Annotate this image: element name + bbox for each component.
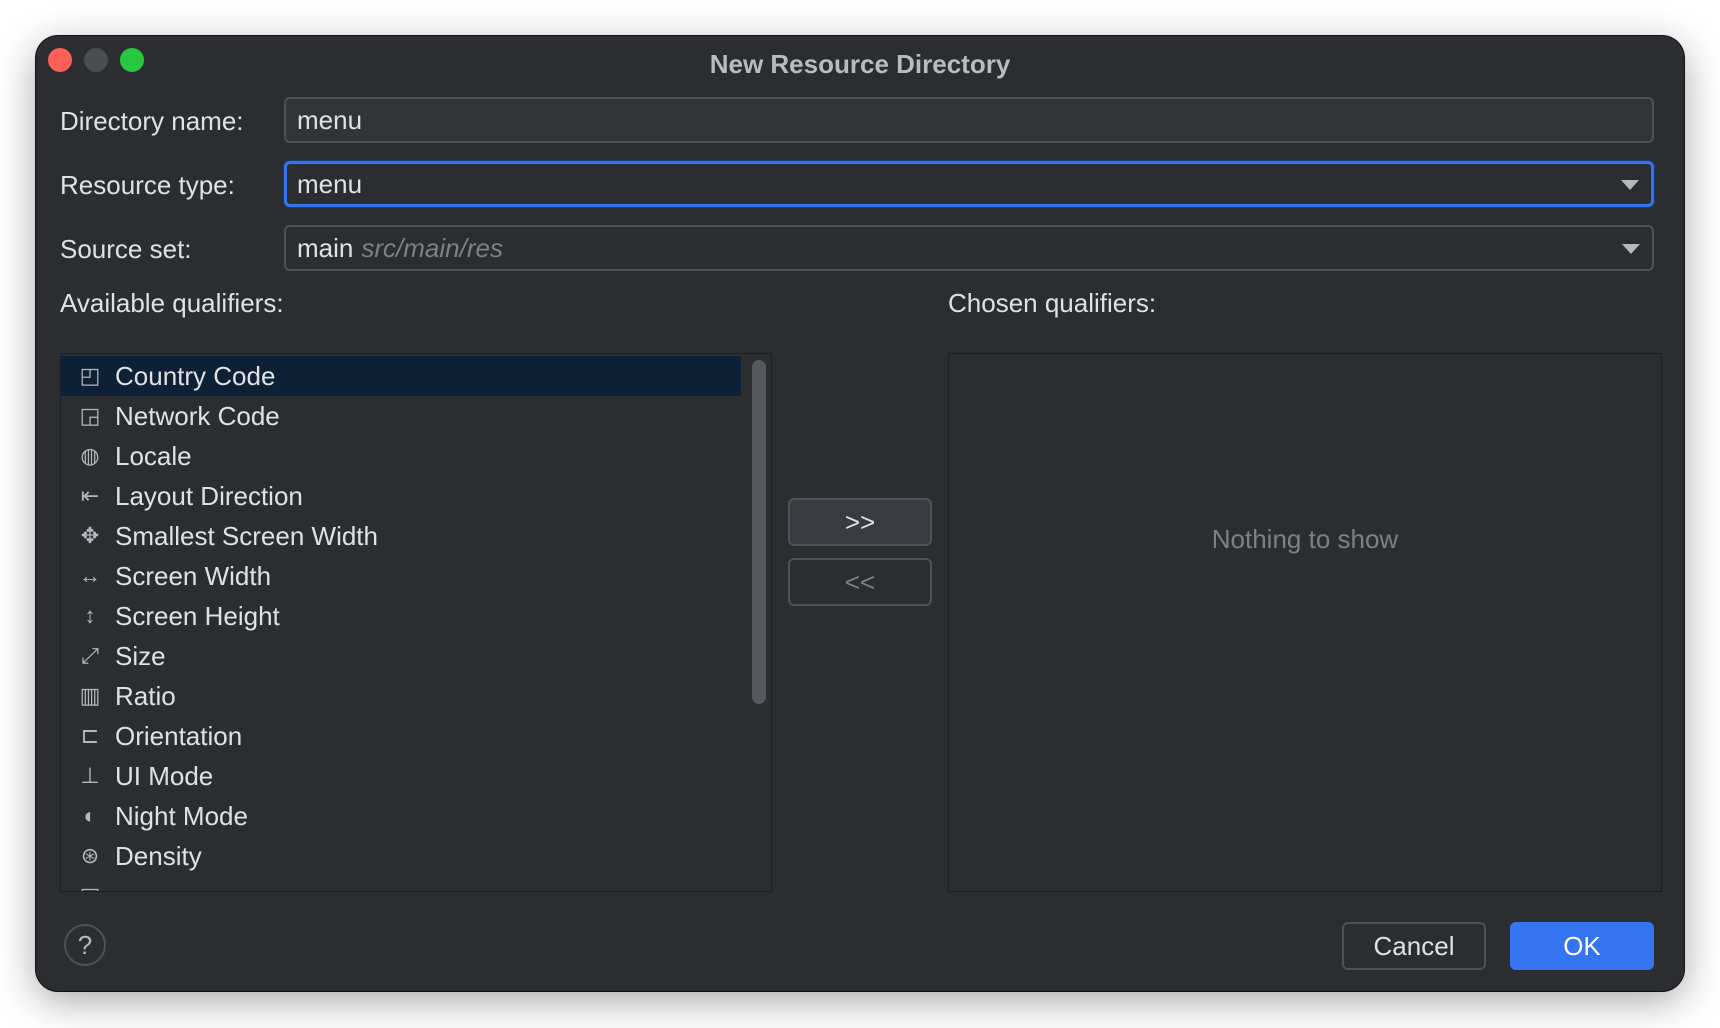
list-item-label: Orientation xyxy=(115,721,243,751)
source-set-dropdown[interactable]: main src/main/res xyxy=(284,225,1654,271)
list-item-label: UI Mode xyxy=(115,761,214,791)
list-item-smallest-screen-width[interactable]: ✥ Smallest Screen Width xyxy=(61,516,741,556)
cancel-button[interactable]: Cancel xyxy=(1342,922,1486,970)
ui-mode-icon: ⊥ xyxy=(80,763,100,788)
list-item-partial[interactable]: ▣ xyxy=(61,876,741,891)
screen-height-icon: ↕ xyxy=(84,603,96,628)
list-item-label: Screen Width xyxy=(115,561,272,591)
source-set-label: Source set: xyxy=(60,234,192,264)
country-code-icon: ◰ xyxy=(79,363,101,388)
night-mode-icon: ◐ xyxy=(83,803,97,828)
network-code-icon: ◲ xyxy=(79,403,101,428)
scrollbar[interactable] xyxy=(748,354,770,891)
list-item-label: Country Code xyxy=(115,361,276,391)
scrollbar-thumb[interactable] xyxy=(752,360,766,704)
list-item-label: Smallest Screen Width xyxy=(115,521,378,551)
layout-direction-icon: ⇤ xyxy=(80,483,100,508)
list-item-country-code[interactable]: ◰ Country Code xyxy=(61,356,741,396)
list-item-layout-direction[interactable]: ⇤ Layout Direction xyxy=(61,476,741,516)
directory-name-label: Directory name: xyxy=(60,106,244,136)
resource-type-value: menu xyxy=(297,169,363,199)
list-item-network-code[interactable]: ◲ Network Code xyxy=(61,396,741,436)
available-qualifiers-label: Available qualifiers: xyxy=(60,288,284,318)
list-item-label: Size xyxy=(115,641,166,671)
list-item-density[interactable]: ⊛ Density xyxy=(61,836,741,876)
resource-type-label: Resource type: xyxy=(60,170,235,200)
screen-width-icon: ↔ xyxy=(79,563,101,588)
partial-item-icon: ▣ xyxy=(77,883,103,891)
chevron-down-icon xyxy=(1622,244,1640,254)
list-item-label: Ratio xyxy=(115,681,176,711)
source-set-hint: src/main/res xyxy=(361,233,503,263)
source-set-value: main xyxy=(297,233,354,263)
size-icon: ⤢ xyxy=(81,643,99,668)
ratio-icon: ▥ xyxy=(79,683,101,708)
chosen-qualifiers-label: Chosen qualifiers: xyxy=(948,288,1157,318)
list-item-label: Screen Height xyxy=(115,601,280,631)
list-item-label: Layout Direction xyxy=(115,481,303,511)
chevron-down-icon xyxy=(1621,180,1639,190)
list-item-orientation[interactable]: ⊏ Orientation xyxy=(61,716,741,756)
title-bar: New Resource Directory xyxy=(36,36,1684,92)
resource-type-dropdown[interactable]: menu xyxy=(284,161,1654,207)
smallest-screen-width-icon: ✥ xyxy=(80,523,100,548)
list-item-size[interactable]: ⤢ Size xyxy=(61,636,741,676)
list-item-label: Density xyxy=(115,841,202,871)
orientation-icon: ⊏ xyxy=(80,723,100,748)
window-title: New Resource Directory xyxy=(709,49,1011,79)
list-item-ratio[interactable]: ▥ Ratio xyxy=(61,676,741,716)
list-item-screen-height[interactable]: ↕ Screen Height xyxy=(61,596,741,636)
density-icon: ⊛ xyxy=(80,843,100,868)
globe-icon: ◍ xyxy=(80,443,100,468)
dialog-window: New Resource Directory Directory name: m… xyxy=(36,36,1684,991)
list-item-locale[interactable]: ◍ Locale xyxy=(61,436,741,476)
add-qualifier-button[interactable]: >> xyxy=(788,498,932,546)
list-item-ui-mode[interactable]: ⊥ UI Mode xyxy=(61,756,741,796)
list-item-label: Night Mode xyxy=(115,801,248,831)
empty-state-text: Nothing to show xyxy=(1211,524,1399,554)
available-qualifiers-list[interactable]: ◰ Country Code ◲ Network Code ◍ Locale ⇤… xyxy=(60,353,772,892)
help-button[interactable]: ? xyxy=(64,924,106,966)
directory-name-value: menu xyxy=(297,105,363,135)
list-item-screen-width[interactable]: ↔ Screen Width xyxy=(61,556,741,596)
list-item-label: Locale xyxy=(115,441,192,471)
list-item-label: Network Code xyxy=(115,401,280,431)
remove-qualifier-button[interactable]: << xyxy=(788,558,932,606)
chosen-qualifiers-list[interactable]: Nothing to show xyxy=(948,353,1662,892)
ok-button[interactable]: OK xyxy=(1510,922,1654,970)
directory-name-input[interactable]: menu xyxy=(284,97,1654,143)
list-item-night-mode[interactable]: ◐ Night Mode xyxy=(61,796,741,836)
